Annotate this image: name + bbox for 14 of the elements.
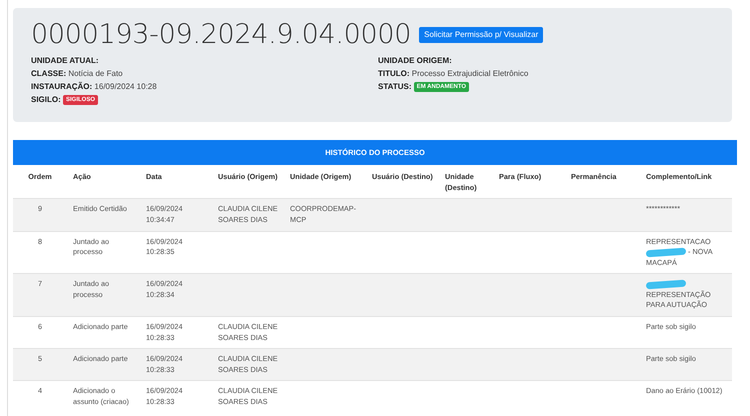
redaction-scribble <box>646 280 686 290</box>
field-label: UNIDADE ORIGEM: <box>378 56 452 65</box>
field-value: Notícia de Fato <box>68 68 123 78</box>
request-permission-button[interactable]: Solicitar Permissão p/ Visualizar <box>419 26 544 44</box>
field-label: TITULO: <box>378 68 410 78</box>
field-label: CLASSE: <box>31 68 66 78</box>
process-number: 0000193-09.2024.9.04.0000 <box>31 20 412 50</box>
field-label: STATUS: <box>378 82 412 92</box>
field-label: UNIDADE ATUAL: <box>31 56 99 65</box>
field-label: INSTAURAÇÃO: <box>31 82 92 92</box>
field-label: SIGILO: <box>31 95 61 104</box>
field-value: Processo Extrajudicial Eletrônico <box>412 68 528 78</box>
field-value: 16/09/2024 10:28 <box>94 82 157 92</box>
redaction-scribble <box>646 247 686 258</box>
